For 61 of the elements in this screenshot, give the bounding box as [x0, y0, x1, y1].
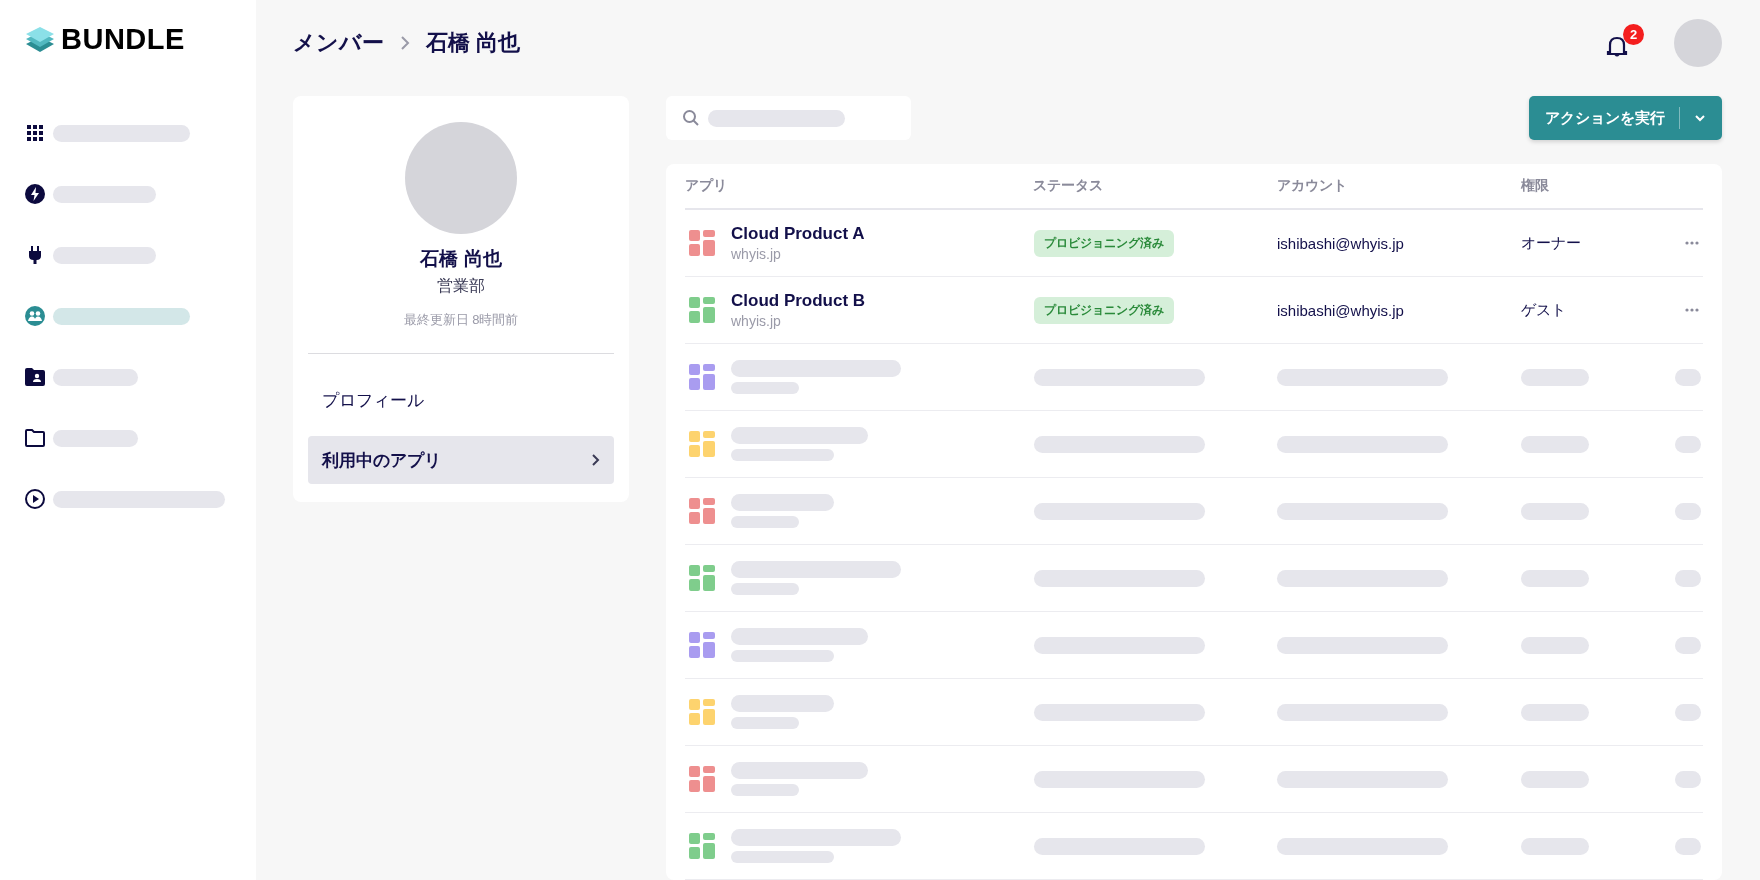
member-name: 石橋 尚也: [420, 247, 502, 271]
search-field[interactable]: [666, 96, 911, 140]
chevron-down-icon: [1694, 114, 1706, 122]
placeholder-bar: [1521, 435, 1589, 453]
app-name[interactable]: Cloud Product A: [731, 224, 865, 244]
placeholder-bar: [1521, 569, 1589, 587]
last-updated: 最終更新日 8時間前: [403, 311, 519, 329]
placeholder-bar: [1675, 502, 1701, 520]
placeholder-bar: [1521, 368, 1589, 386]
logo-text: BUNDLE: [61, 23, 185, 56]
logo-icon: [25, 24, 55, 55]
placeholder-bar: [1521, 502, 1589, 520]
action-button[interactable]: アクションを実行: [1529, 96, 1722, 140]
bell-icon: [1606, 34, 1628, 58]
profile-menu-item[interactable]: プロフィール: [308, 376, 614, 424]
account-email: ishibashi@whyis.jp: [1277, 234, 1404, 252]
search-icon: [682, 109, 700, 127]
people-icon: [25, 306, 45, 326]
column-header: アプリ: [685, 177, 728, 195]
notification-button[interactable]: 2: [1602, 24, 1644, 62]
placeholder-bar: [1675, 569, 1701, 587]
breadcrumb-link[interactable]: メンバー: [293, 28, 384, 58]
app-name[interactable]: Cloud Product B: [731, 291, 866, 311]
placeholder-bar: [1521, 636, 1589, 654]
column-header: 権限: [1521, 177, 1550, 195]
placeholder-bar: [1675, 636, 1701, 654]
profile-menu-item[interactable]: 利用中のアプリ: [308, 436, 614, 484]
chevron-right-icon: [400, 36, 410, 50]
more-icon[interactable]: [1685, 241, 1699, 245]
placeholder-bar: [1521, 770, 1589, 788]
placeholder-bar: [1675, 435, 1701, 453]
status-badge: プロビジョニング済み: [1034, 296, 1174, 324]
folder-icon: [25, 429, 45, 447]
notification-badge: 2: [1623, 24, 1644, 45]
play-icon: [25, 489, 45, 509]
placeholder-bar: [1675, 703, 1701, 721]
placeholder-bar: [1521, 837, 1589, 855]
placeholder-bar: [731, 784, 799, 796]
column-header: ステータス: [1033, 177, 1104, 195]
app-domain: whyis.jp: [731, 313, 782, 329]
placeholder-bar: [731, 382, 799, 394]
breadcrumb-current: 石橋 尚也: [426, 29, 521, 57]
placeholder-bar: [1675, 770, 1701, 788]
placeholder-bar: [1521, 703, 1589, 721]
account-email: ishibashi@whyis.jp: [1277, 301, 1404, 319]
placeholder-bar: [731, 583, 799, 595]
role-text: オーナー: [1521, 233, 1581, 253]
placeholder-bar: [1675, 837, 1701, 855]
department: 営業部: [437, 276, 485, 296]
placeholder-bar: [731, 717, 799, 729]
lightning-icon: [25, 184, 45, 204]
app-domain: whyis.jp: [731, 246, 782, 262]
chevron-right-icon: [591, 453, 600, 467]
column-header: アカウント: [1277, 177, 1348, 195]
more-icon[interactable]: [1685, 308, 1699, 312]
grid-icon: [25, 123, 45, 143]
placeholder-bar: [1675, 368, 1701, 386]
status-badge: プロビジョニング済み: [1034, 229, 1174, 257]
role-text: ゲスト: [1521, 300, 1566, 320]
placeholder-bar: [731, 516, 799, 528]
folder-person-icon: [25, 368, 45, 386]
